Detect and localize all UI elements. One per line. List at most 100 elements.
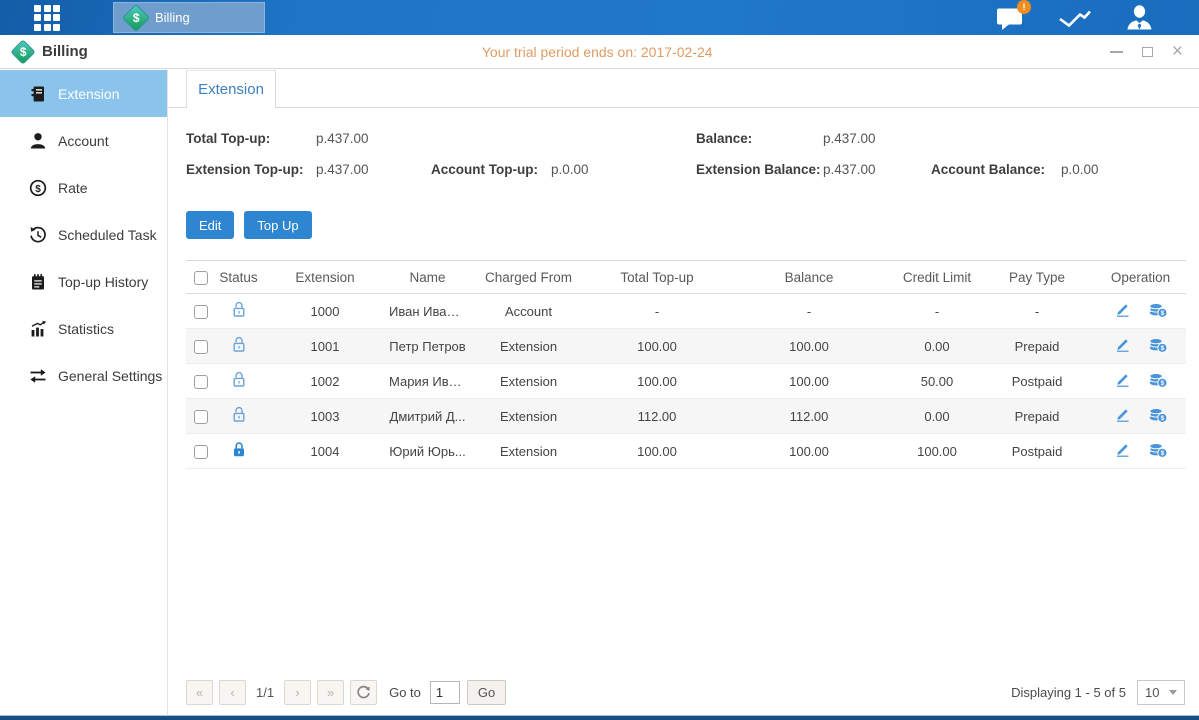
bar-chart-icon [29, 320, 47, 338]
prev-page-button[interactable]: ‹ [219, 680, 246, 705]
column-name: Name [389, 261, 466, 294]
ledger-icon [29, 85, 47, 103]
goto-page-input[interactable] [430, 681, 460, 704]
transfer-arrows-icon [29, 367, 47, 385]
maximize-button[interactable] [1142, 45, 1153, 59]
user-account-icon[interactable] [1126, 4, 1153, 31]
taskbar-billing-tab[interactable]: $ Billing [113, 2, 265, 33]
last-page-button[interactable]: » [317, 680, 344, 705]
edit-extension-icon[interactable] [1114, 441, 1131, 458]
topup-extension-icon[interactable]: $ [1148, 301, 1168, 318]
table-row[interactable]: 1002 Мария Ива... Extension 100.00 100.0… [186, 364, 1186, 399]
column-credit-limit: Credit Limit [895, 261, 979, 294]
balance-summary: Total Top-up: p.437.00 Balance: p.437.00… [169, 123, 1199, 199]
sidebar: Extension Account $ Rate Scheduled Task [0, 70, 168, 715]
page-size-select[interactable]: 10 [1137, 680, 1185, 705]
cell-total-topup: - [591, 294, 723, 329]
sidebar-label: Extension [58, 86, 119, 102]
app-launcher-icon[interactable] [34, 5, 60, 31]
total-topup-value: p.437.00 [316, 131, 369, 146]
cell-extension: 1004 [261, 434, 389, 469]
action-buttons: Edit Top Up [186, 211, 1199, 239]
table-row[interactable]: 1004 Юрий Юрь... Extension 100.00 100.00… [186, 434, 1186, 469]
sidebar-label: Statistics [58, 321, 114, 337]
sidebar-item-rate[interactable]: $ Rate [0, 164, 167, 211]
cell-pay-type: Postpaid [979, 434, 1095, 469]
sidebar-item-general-settings[interactable]: General Settings [0, 352, 167, 399]
chevron-down-icon [1169, 690, 1177, 695]
column-extension: Extension [261, 261, 389, 294]
unlocked-icon [231, 406, 247, 423]
edit-button[interactable]: Edit [186, 211, 234, 239]
row-checkbox[interactable] [194, 340, 208, 354]
topup-extension-icon[interactable]: $ [1148, 371, 1168, 388]
edit-extension-icon[interactable] [1114, 301, 1131, 318]
page-size-value: 10 [1145, 685, 1159, 700]
edit-extension-icon[interactable] [1114, 406, 1131, 423]
cell-extension: 1002 [261, 364, 389, 399]
cell-balance: 100.00 [723, 364, 895, 399]
cell-name: Мария Ива... [389, 364, 466, 399]
edit-extension-icon[interactable] [1114, 371, 1131, 388]
column-pay-type: Pay Type [979, 261, 1095, 294]
billing-app-icon: $ [122, 3, 150, 31]
row-checkbox[interactable] [194, 410, 208, 424]
taskbar-right-icons: ! [996, 0, 1153, 35]
clock-icon [29, 226, 47, 244]
row-checkbox[interactable] [194, 445, 208, 459]
tab-extension[interactable]: Extension [186, 70, 276, 108]
cell-total-topup: 112.00 [591, 399, 723, 434]
row-checkbox[interactable] [194, 305, 208, 319]
cell-pay-type: Prepaid [979, 399, 1095, 434]
account-topup-label: Account Top-up: [431, 162, 538, 177]
monitor-chart-icon[interactable] [1058, 6, 1092, 30]
topup-extension-icon[interactable]: $ [1148, 406, 1168, 423]
cell-name: Иван Иванов [389, 294, 466, 329]
first-page-button[interactable]: « [186, 680, 213, 705]
person-icon [29, 132, 47, 150]
svg-text:$: $ [1160, 380, 1164, 387]
table-row[interactable]: 1003 Дмитрий Д... Extension 112.00 112.0… [186, 399, 1186, 434]
balance-label: Balance: [696, 131, 752, 146]
cell-name: Юрий Юрь... [389, 434, 466, 469]
top-up-button[interactable]: Top Up [244, 211, 311, 239]
cell-extension: 1000 [261, 294, 389, 329]
cell-total-topup: 100.00 [591, 329, 723, 364]
svg-text:$: $ [1160, 415, 1164, 422]
go-button[interactable]: Go [467, 680, 506, 705]
sidebar-item-account[interactable]: Account [0, 117, 167, 164]
sidebar-item-topup-history[interactable]: Top-up History [0, 258, 167, 305]
select-all-checkbox[interactable] [194, 271, 208, 285]
next-page-button[interactable]: › [284, 680, 311, 705]
close-button[interactable]: × [1172, 45, 1183, 59]
table-row[interactable]: 1001 Петр Петров Extension 100.00 100.00… [186, 329, 1186, 364]
refresh-icon [356, 685, 371, 700]
sidebar-item-statistics[interactable]: Statistics [0, 305, 167, 352]
row-checkbox[interactable] [194, 375, 208, 389]
sidebar-item-scheduled-task[interactable]: Scheduled Task [0, 211, 167, 258]
cell-pay-type: Postpaid [979, 364, 1095, 399]
messages-icon[interactable]: ! [996, 6, 1024, 30]
refresh-button[interactable] [350, 680, 377, 705]
column-balance: Balance [723, 261, 895, 294]
table-row[interactable]: 1000 Иван Иванов Account - - - - [186, 294, 1186, 329]
cell-extension: 1003 [261, 399, 389, 434]
goto-label: Go to [389, 685, 421, 700]
cell-balance: 100.00 [723, 434, 895, 469]
taskbar-tab-label: Billing [155, 10, 190, 25]
unlocked-icon [231, 301, 247, 318]
account-balance-value: p.0.00 [1061, 162, 1099, 177]
sidebar-label: Scheduled Task [58, 227, 157, 243]
sidebar-label: Top-up History [58, 274, 148, 290]
svg-text:$: $ [1160, 450, 1164, 457]
main-panel: Extension Total Top-up: p.437.00 Balance… [169, 70, 1199, 715]
minimize-button[interactable] [1110, 45, 1123, 59]
extension-topup-value: p.437.00 [316, 162, 369, 177]
topup-extension-icon[interactable]: $ [1148, 441, 1168, 458]
sidebar-label: Account [58, 133, 109, 149]
cell-balance: 112.00 [723, 399, 895, 434]
topup-extension-icon[interactable]: $ [1148, 336, 1168, 353]
dollar-coin-icon: $ [29, 179, 47, 197]
sidebar-item-extension[interactable]: Extension [0, 70, 167, 117]
edit-extension-icon[interactable] [1114, 336, 1131, 353]
